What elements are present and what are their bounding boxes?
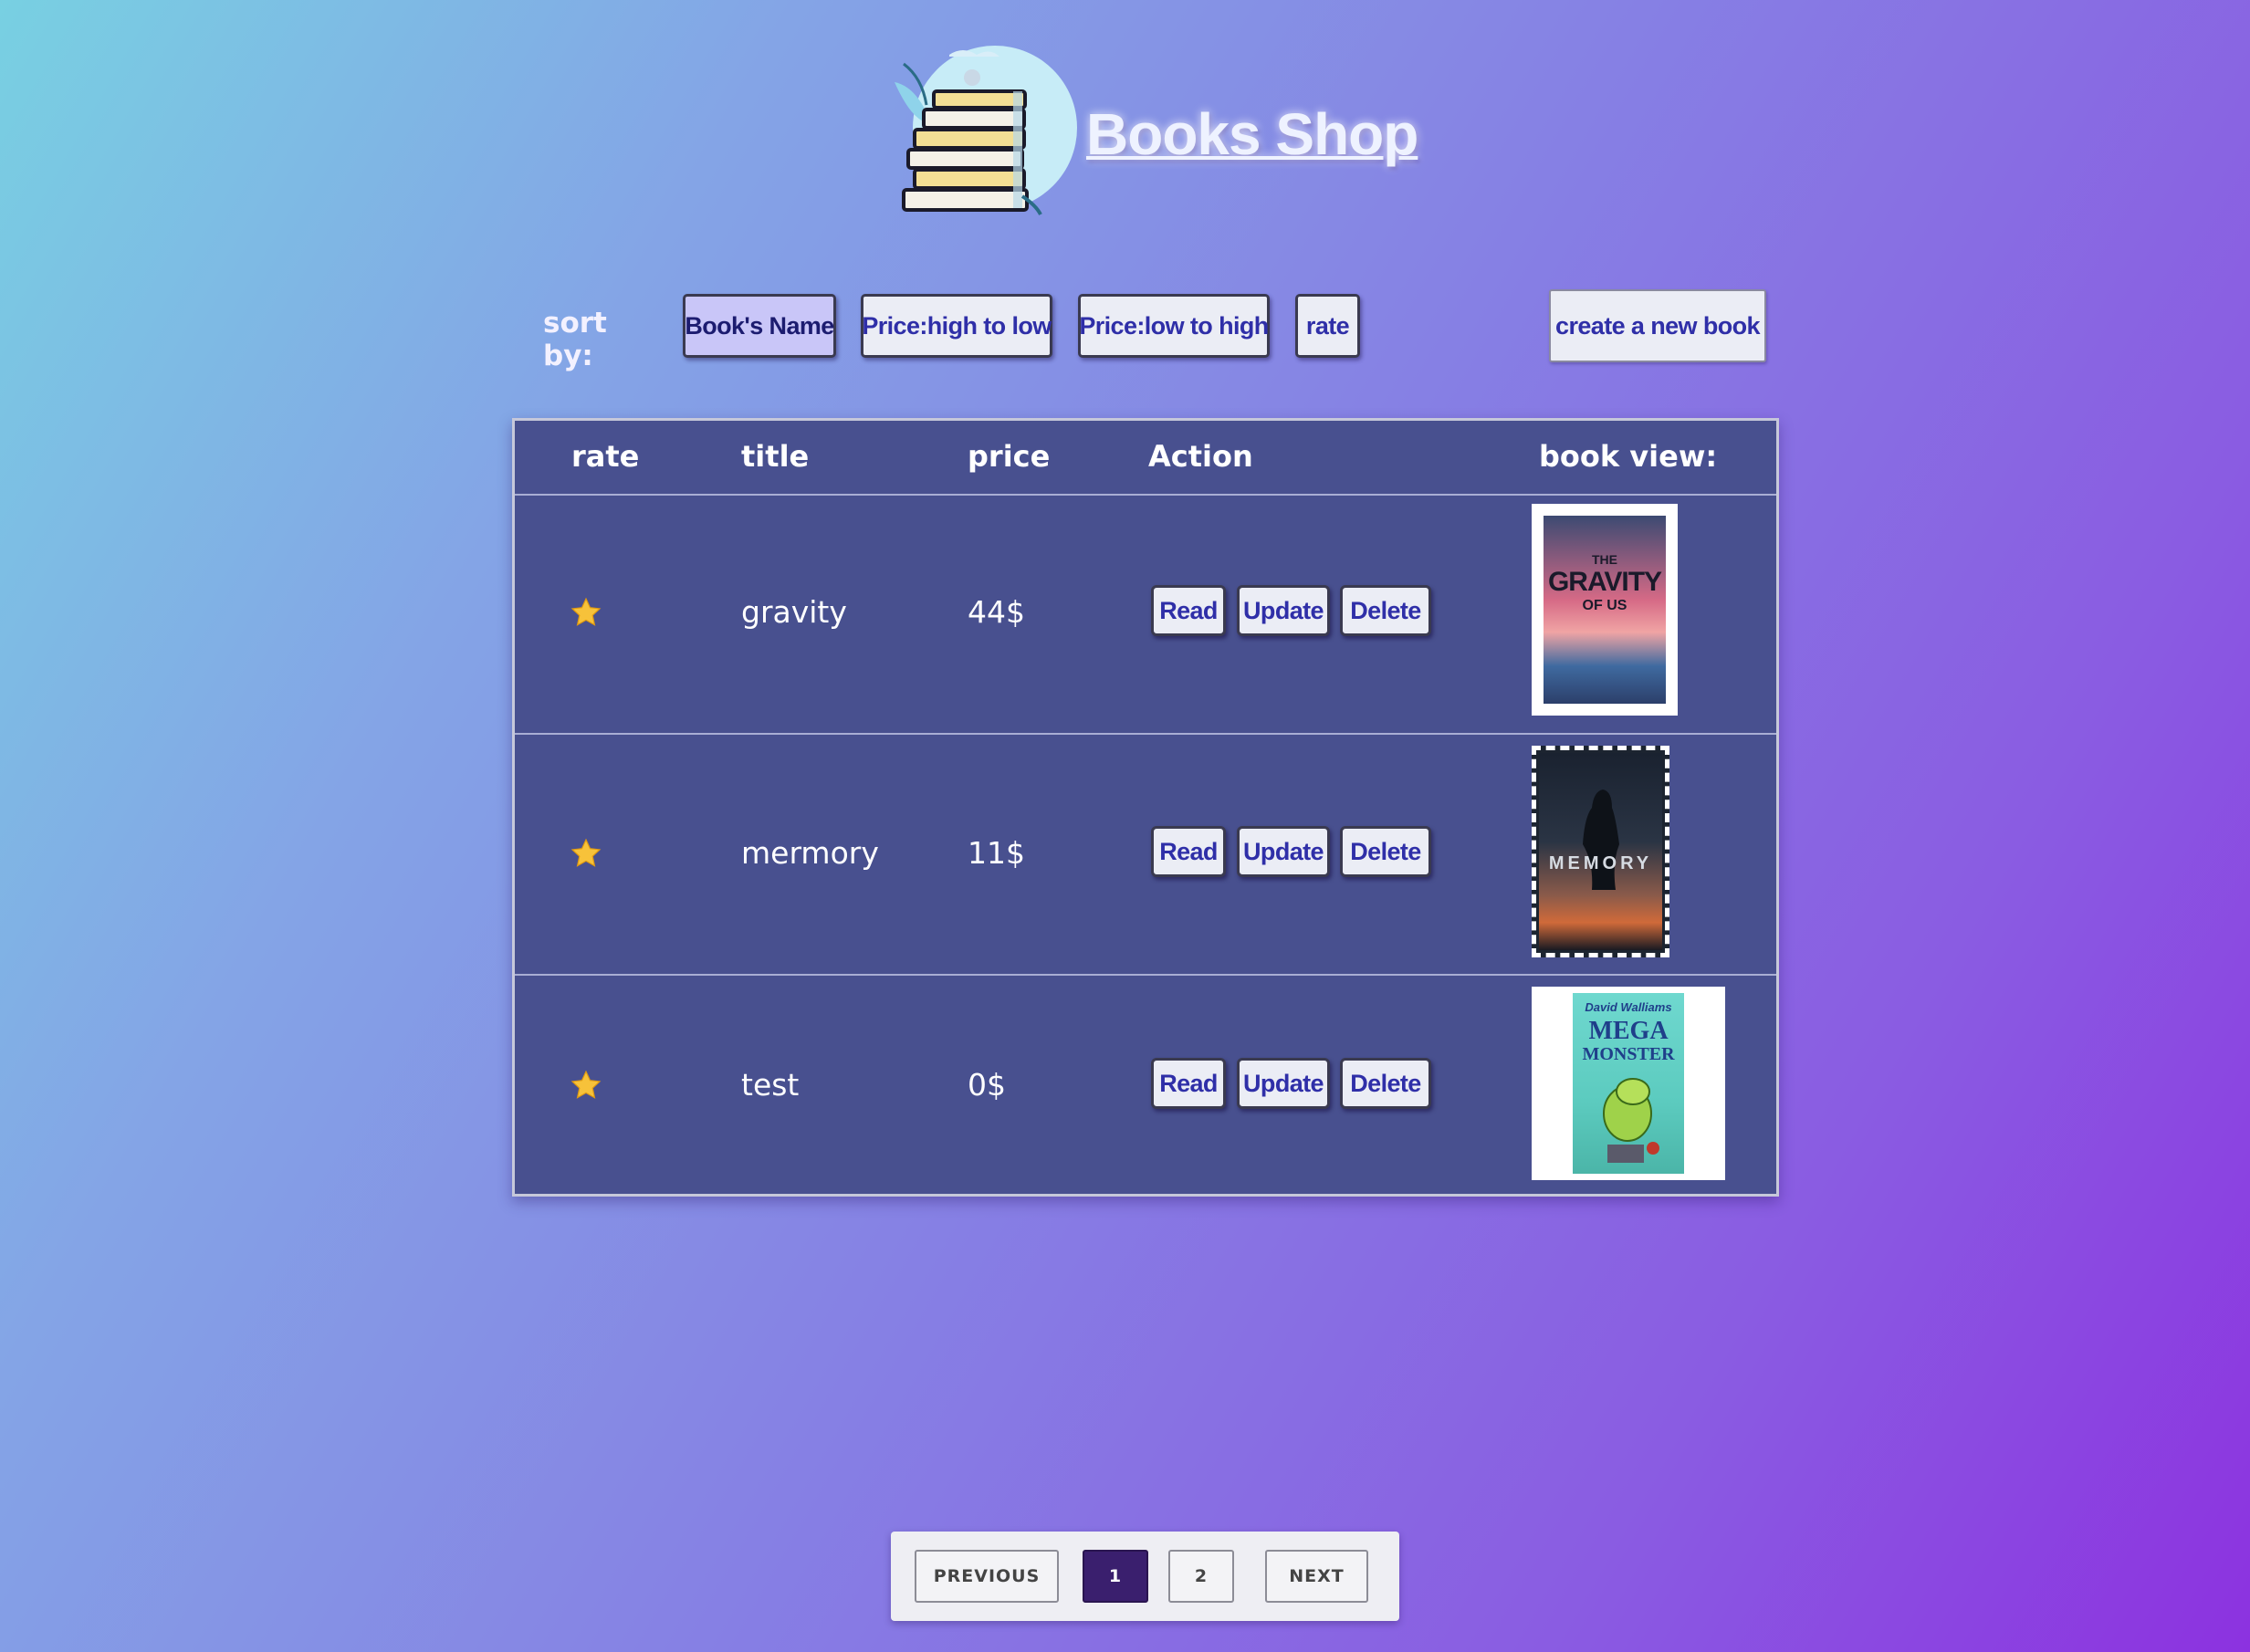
update-button[interactable]: Update	[1237, 1058, 1330, 1109]
book-title: test	[741, 1067, 800, 1103]
pagination: PREVIOUS 1 2 NEXT	[891, 1532, 1399, 1621]
cover-text: MONSTER	[1582, 1044, 1675, 1064]
cover-text: OF US	[1582, 598, 1627, 613]
star-icon	[570, 1070, 602, 1099]
update-button[interactable]: Update	[1237, 826, 1330, 877]
sort-by-name-button[interactable]: Book's Name	[683, 294, 836, 358]
previous-page-button[interactable]: PREVIOUS	[915, 1550, 1059, 1603]
sort-label: sort by:	[543, 307, 607, 372]
update-button[interactable]: Update	[1237, 585, 1330, 636]
table-row: gravity 44$ Read Update Delete THE GRAVI…	[515, 494, 1776, 735]
header-rate: rate	[571, 439, 640, 474]
read-button[interactable]: Read	[1151, 585, 1226, 636]
cover-text: David Walliams	[1585, 1000, 1672, 1014]
site-title[interactable]: Books Shop	[1086, 100, 1418, 168]
delete-button[interactable]: Delete	[1340, 826, 1431, 877]
read-button[interactable]: Read	[1151, 1058, 1226, 1109]
page-2-button[interactable]: 2	[1168, 1550, 1234, 1603]
star-icon	[570, 838, 602, 867]
book-price: 11$	[968, 835, 1025, 871]
site-header: Books Shop	[876, 37, 1442, 219]
book-title: gravity	[741, 594, 847, 630]
delete-button[interactable]: Delete	[1340, 585, 1431, 636]
sort-price-low-high-button[interactable]: Price:low to high	[1078, 294, 1270, 358]
cover-text: MEGA	[1588, 1017, 1669, 1045]
header-action: Action	[1148, 439, 1253, 474]
page-1-button[interactable]: 1	[1083, 1550, 1148, 1603]
sort-price-high-low-button[interactable]: Price:high to low	[861, 294, 1052, 358]
book-price: 44$	[968, 594, 1025, 630]
table-row: test 0$ Read Update Delete David Walliam…	[515, 976, 1776, 1194]
table-header: rate title price Action book view:	[515, 421, 1776, 496]
book-price: 0$	[968, 1067, 1006, 1103]
book-title: mermory	[741, 835, 879, 871]
header-title: title	[741, 439, 810, 474]
book-cover-memory[interactable]: MEMORY	[1532, 746, 1669, 957]
cover-text: GRAVITY	[1547, 567, 1662, 597]
sort-rate-button[interactable]: rate	[1295, 294, 1360, 358]
books-table: rate title price Action book view: gravi…	[512, 418, 1779, 1197]
books-stack-logo	[895, 46, 1077, 215]
book-cover-mega-monster[interactable]: David Walliams MEGA MONSTER	[1532, 987, 1725, 1180]
header-price: price	[968, 439, 1051, 474]
cover-text: THE	[1592, 552, 1617, 567]
cover-text: MEMORY	[1548, 853, 1653, 873]
star-icon	[570, 597, 602, 626]
create-book-button[interactable]: create a new book	[1549, 289, 1766, 362]
next-page-button[interactable]: NEXT	[1265, 1550, 1368, 1603]
book-cover-gravity[interactable]: THE GRAVITY OF US	[1532, 504, 1678, 716]
read-button[interactable]: Read	[1151, 826, 1226, 877]
header-book-view: book view:	[1539, 439, 1718, 474]
delete-button[interactable]: Delete	[1340, 1058, 1431, 1109]
table-row: mermory 11$ Read Update Delete MEMORY	[515, 735, 1776, 976]
